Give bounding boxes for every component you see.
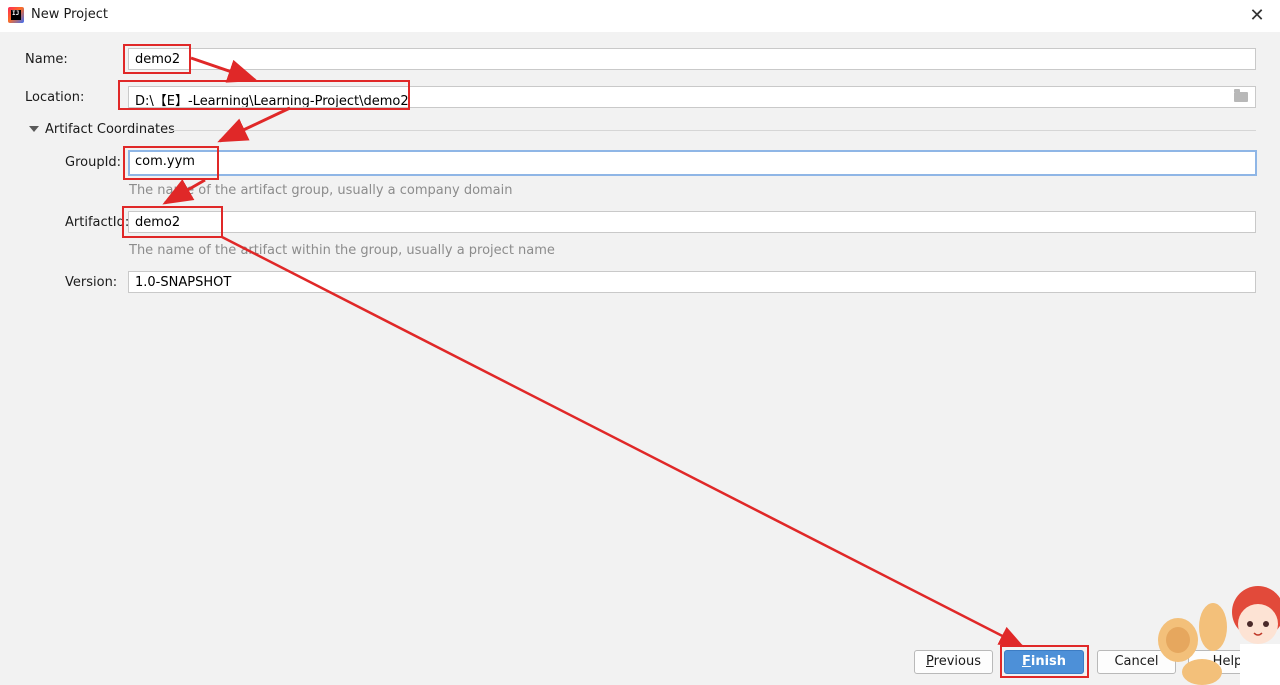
location-field[interactable]: D:\【E】-Learning\Learning-Project\demo2 bbox=[128, 86, 1256, 108]
groupid-field[interactable]: com.yym bbox=[128, 150, 1257, 176]
name-label: Name: bbox=[25, 52, 68, 67]
groupid-hint: The name of the artifact group, usually … bbox=[129, 183, 513, 198]
name-field[interactable]: demo2 bbox=[128, 48, 1256, 70]
arrow-artifactid-to-finish bbox=[221, 235, 1025, 648]
finish-label: inish bbox=[1030, 654, 1067, 669]
close-icon[interactable]: ✕ bbox=[1244, 3, 1270, 29]
groupid-label: GroupId: bbox=[65, 155, 122, 170]
version-label: Version: bbox=[65, 275, 118, 290]
window-title: New Project bbox=[31, 7, 108, 22]
arrow-location-to-groupid bbox=[217, 106, 291, 143]
title-bar: IJ New Project ✕ bbox=[0, 0, 1280, 32]
artifactid-label: ArtifactId: bbox=[65, 215, 130, 230]
triangle-down-icon bbox=[29, 126, 39, 132]
previous-button[interactable]: Previous bbox=[914, 650, 993, 674]
previous-label: revious bbox=[933, 654, 981, 669]
finish-mnemonic: F bbox=[1021, 654, 1031, 669]
artifactid-hint: The name of the artifact within the grou… bbox=[129, 243, 555, 258]
previous-mnemonic: P bbox=[926, 654, 934, 669]
version-field[interactable]: 1.0-SNAPSHOT bbox=[128, 271, 1256, 293]
section-divider bbox=[170, 130, 1256, 131]
location-label: Location: bbox=[25, 90, 85, 105]
folder-browse-icon[interactable] bbox=[1234, 89, 1248, 102]
artifactid-field[interactable]: demo2 bbox=[128, 211, 1256, 233]
mascot-sticker-image bbox=[1158, 586, 1280, 685]
finish-button[interactable]: Finish bbox=[1004, 650, 1084, 674]
location-value: D:\【E】-Learning\Learning-Project\demo2 bbox=[135, 94, 409, 108]
intellij-idea-icon: IJ bbox=[8, 7, 24, 23]
section-title: Artifact Coordinates bbox=[45, 122, 175, 137]
